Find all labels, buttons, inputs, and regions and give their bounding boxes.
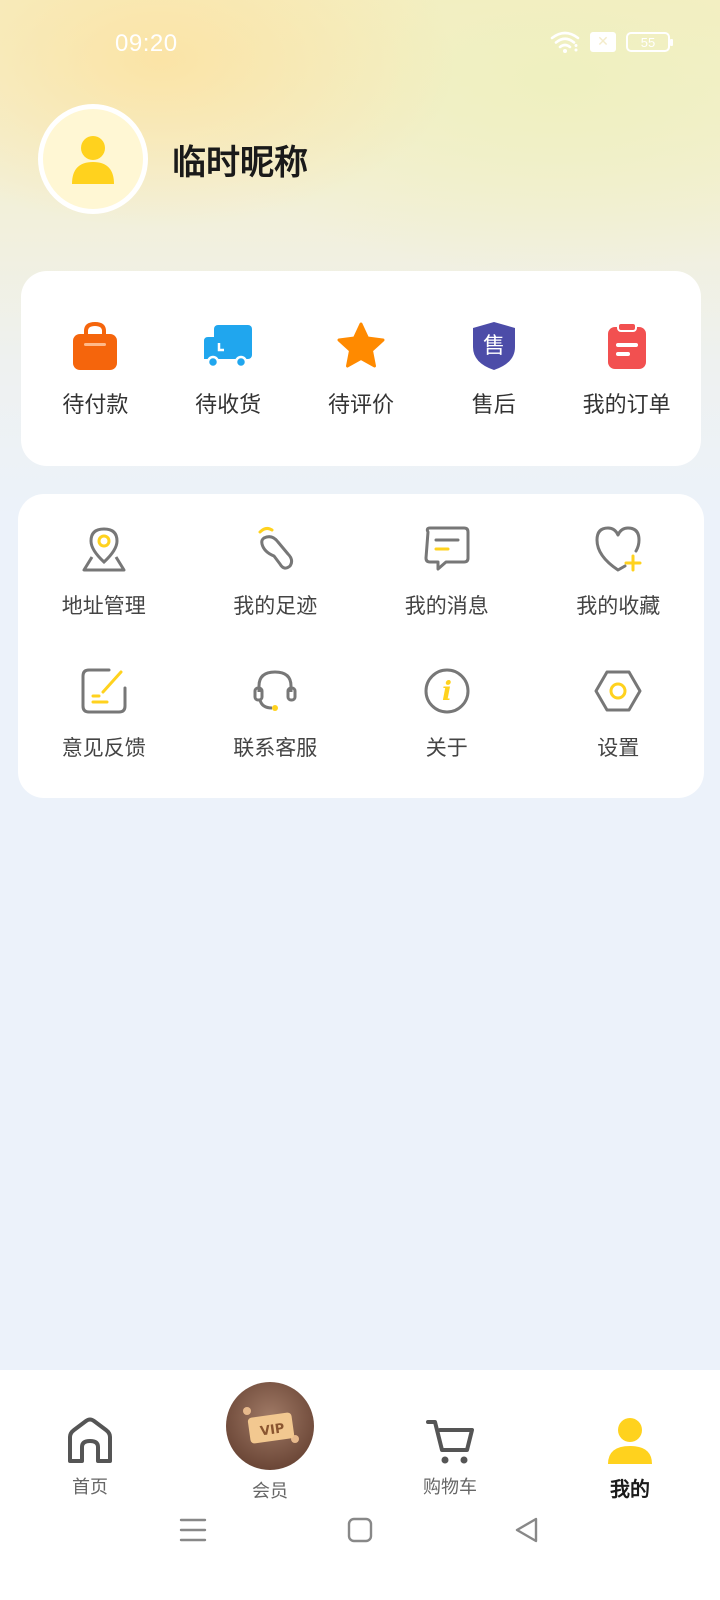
menu-customer-service[interactable]: 联系客服	[190, 664, 362, 762]
profile-header[interactable]: 临时昵称	[38, 104, 308, 214]
edit-note-icon	[81, 668, 127, 714]
menu-item-label: 关于	[425, 736, 468, 760]
no-sim-icon: ✕	[590, 32, 616, 52]
clipboard-icon	[607, 322, 646, 369]
menu-favorites[interactable]: 我的收藏	[533, 522, 705, 620]
status-icons: ✕ 55	[550, 30, 673, 54]
info-icon: i	[424, 668, 470, 714]
menu-item-label: 联系客服	[233, 736, 318, 760]
shield-glyph: 售	[483, 334, 505, 359]
headset-icon	[253, 670, 297, 711]
menu-footprints[interactable]: 我的足迹	[190, 522, 362, 620]
vip-badge-circle: VIP	[226, 1382, 314, 1470]
menu-messages[interactable]: 我的消息	[361, 522, 533, 620]
star-icon	[337, 322, 385, 368]
battery-level: 55	[640, 34, 656, 50]
status-time: 09:20	[115, 30, 178, 57]
order-item-label: 待评价	[327, 393, 394, 418]
menu-lines-icon[interactable]	[178, 1516, 208, 1544]
shield-icon: 售	[472, 322, 515, 370]
menu-item-label: 我的收藏	[576, 594, 661, 618]
status-bar: 09:20 ✕ 55	[0, 0, 720, 92]
order-my-orders[interactable]: 我的订单	[562, 319, 692, 419]
cart-icon	[426, 1420, 474, 1464]
menu-about[interactable]: i 关于	[361, 664, 533, 762]
vip-ticket-icon: VIP	[243, 1407, 299, 1444]
shopping-bag-icon	[73, 321, 118, 370]
location-pin-icon	[82, 527, 126, 572]
nickname: 临时昵称	[172, 142, 308, 183]
menu-item-label: 设置	[597, 736, 640, 760]
orders-card: 待付款 待收货 待评价 售 售后 我的订单	[21, 271, 701, 466]
user-avatar-icon	[72, 136, 114, 184]
order-item-label: 我的订单	[582, 393, 671, 418]
message-icon	[424, 526, 470, 571]
truck-icon	[204, 325, 253, 369]
battery-icon: 55	[626, 32, 673, 52]
menu-address[interactable]: 地址管理	[18, 522, 190, 620]
avatar[interactable]	[38, 104, 148, 214]
order-item-label: 待付款	[62, 393, 129, 418]
order-pending-receipt[interactable]: 待收货	[163, 319, 293, 419]
menu-item-label: 我的足迹	[233, 594, 318, 618]
user-icon	[608, 1418, 652, 1464]
info-glyph: i	[442, 677, 452, 707]
back-triangle-icon[interactable]	[512, 1515, 542, 1545]
hexagon-settings-icon	[594, 670, 642, 712]
home-square-icon[interactable]	[345, 1515, 375, 1545]
heart-plus-icon	[595, 526, 642, 572]
menu-item-label: 地址管理	[61, 594, 146, 618]
order-after-sales[interactable]: 售 售后	[429, 319, 559, 419]
services-card: 地址管理 我的足迹 我的消息 我的收藏 意见反馈 联系客服 i 关于 设置	[18, 494, 704, 798]
menu-feedback[interactable]: 意见反馈	[18, 664, 190, 762]
menu-item-label: 我的消息	[404, 594, 489, 618]
order-pending-payment[interactable]: 待付款	[30, 319, 160, 419]
order-pending-review[interactable]: 待评价	[296, 319, 426, 419]
home-icon	[68, 1417, 112, 1463]
wifi-icon	[550, 31, 580, 53]
order-item-label: 售后	[471, 393, 516, 418]
system-navigation-bar	[0, 1490, 720, 1570]
footprint-icon	[258, 526, 294, 570]
menu-settings[interactable]: 设置	[533, 664, 705, 762]
menu-item-label: 意见反馈	[61, 736, 146, 760]
order-item-label: 待收货	[195, 393, 262, 418]
